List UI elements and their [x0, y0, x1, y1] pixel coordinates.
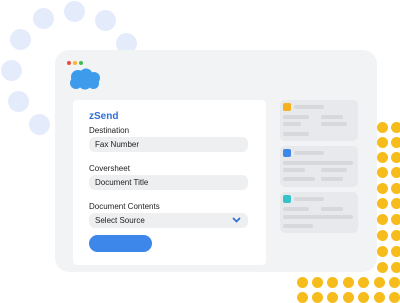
- decorative-dot: [377, 230, 388, 241]
- placeholder-line: [283, 207, 309, 211]
- decorative-dot: [377, 214, 388, 225]
- placeholder-line: [283, 115, 309, 119]
- decorative-dot: [391, 152, 400, 163]
- placeholder-line: [294, 151, 324, 155]
- decorative-dot: [312, 292, 323, 303]
- decorative-dot: [95, 10, 116, 31]
- card-accent-square: [283, 195, 291, 203]
- decorative-dot: [343, 292, 354, 303]
- decorative-dot: [374, 292, 385, 303]
- decorative-dot: [312, 277, 323, 288]
- close-window-dot[interactable]: [67, 61, 71, 65]
- placeholder-line: [283, 177, 315, 181]
- app-window: zSend Destination Fax Number Coversheet …: [55, 50, 377, 272]
- decorative-dot: [327, 277, 338, 288]
- decorative-dot: [297, 277, 308, 288]
- decorative-dot: [391, 230, 400, 241]
- coversheet-field[interactable]: Document Title: [89, 175, 248, 190]
- decorative-dot: [391, 137, 400, 148]
- placeholder-line: [283, 215, 353, 219]
- summary-card-blue: [280, 146, 358, 187]
- decorative-dot: [8, 91, 29, 112]
- decorative-dot: [327, 292, 338, 303]
- decorative-dot: [343, 277, 354, 288]
- placeholder-line: [283, 224, 313, 228]
- decorative-dot: [377, 152, 388, 163]
- decorative-dot: [377, 262, 388, 273]
- document-contents-select[interactable]: Select Source: [89, 213, 248, 228]
- decorative-dot: [1, 60, 22, 81]
- decorative-dot: [64, 1, 85, 22]
- card-accent-square: [283, 149, 291, 157]
- placeholder-line: [321, 115, 343, 119]
- decorative-dot: [391, 246, 400, 257]
- decorative-dot: [358, 277, 369, 288]
- maximize-window-dot[interactable]: [79, 61, 83, 65]
- placeholder-line: [283, 168, 305, 172]
- decorative-dot: [33, 8, 54, 29]
- placeholder-line: [294, 105, 324, 109]
- decorative-dot: [391, 122, 400, 133]
- decorative-dot: [391, 183, 400, 194]
- placeholder-line: [283, 161, 353, 165]
- decorative-dot: [389, 277, 400, 288]
- card-accent-square: [283, 103, 291, 111]
- decorative-dot: [29, 114, 50, 135]
- zsend-form: zSend Destination Fax Number Coversheet …: [73, 100, 266, 265]
- decorative-dot: [10, 29, 31, 50]
- decorative-dot: [377, 167, 388, 178]
- placeholder-line: [294, 197, 324, 201]
- window-controls: [67, 61, 83, 65]
- placeholder-line: [283, 132, 309, 136]
- destination-field[interactable]: Fax Number: [89, 137, 248, 152]
- destination-label: Destination: [89, 126, 130, 135]
- decorative-dot: [374, 277, 385, 288]
- document-contents-label: Document Contents: [89, 202, 160, 211]
- salesforce-cloud-icon: [70, 68, 100, 90]
- placeholder-line: [321, 207, 343, 211]
- placeholder-line: [321, 122, 347, 126]
- decorative-dot: [297, 292, 308, 303]
- placeholder-line: [321, 177, 343, 181]
- placeholder-line: [283, 122, 301, 126]
- decorative-dot: [391, 214, 400, 225]
- app-title: zSend: [89, 111, 119, 122]
- decorative-dot: [377, 137, 388, 148]
- decorative-dot: [377, 183, 388, 194]
- decorative-dot: [389, 292, 400, 303]
- document-contents-value: Select Source: [95, 216, 145, 225]
- decorative-dot: [377, 122, 388, 133]
- minimize-window-dot[interactable]: [73, 61, 77, 65]
- decorative-dot: [377, 246, 388, 257]
- chevron-down-icon: [232, 217, 241, 223]
- summary-card-yellow: [280, 100, 358, 141]
- decorative-dot: [391, 167, 400, 178]
- coversheet-label: Coversheet: [89, 164, 130, 173]
- decorative-dot: [391, 262, 400, 273]
- decorative-dot: [358, 292, 369, 303]
- summary-card-teal: [280, 192, 358, 233]
- send-button[interactable]: [89, 235, 152, 252]
- decorative-dot: [391, 198, 400, 209]
- placeholder-line: [321, 168, 347, 172]
- decorative-dot: [377, 198, 388, 209]
